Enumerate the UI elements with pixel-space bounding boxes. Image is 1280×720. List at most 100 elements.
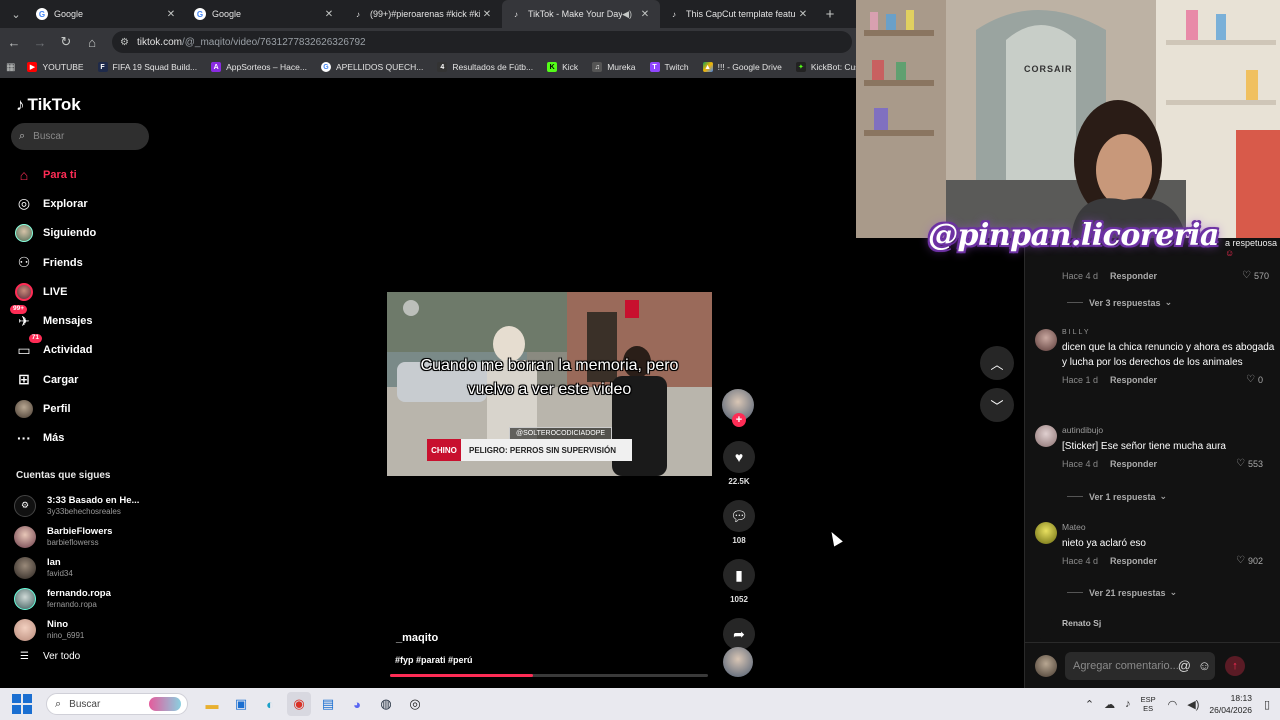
nav-item-friends[interactable]: ⚇ Friends — [14, 248, 154, 277]
view-replies-button[interactable]: Ver 3 respuestas ⌄ — [1067, 297, 1172, 308]
add-comment-input[interactable]: Agregar comentario... @ ☺ — [1065, 651, 1215, 680]
chrome-icon[interactable]: ◉ — [287, 692, 311, 716]
nav-item-live[interactable]: LIVE — [14, 277, 154, 306]
following-item[interactable]: BarbieFlowers barbieflowerss — [14, 521, 154, 552]
bookmark-item[interactable]: G APELLIDOS QUECH... — [320, 62, 423, 72]
browser-tab[interactable]: ♪ (99+)#pieroarenas #kick #kick ✕ — [344, 0, 502, 28]
reload-icon[interactable]: ↻ — [54, 30, 78, 54]
close-icon[interactable]: ✕ — [638, 9, 652, 20]
nav-item-cargar[interactable]: ⊞ Cargar — [14, 365, 154, 394]
music-disc-avatar[interactable] — [723, 647, 753, 677]
bookmark-item[interactable]: A AppSorteos – Hace... — [211, 62, 307, 72]
following-item[interactable]: ⚙ 3:33 Basado en He... 3y33behechosreales — [14, 490, 154, 521]
bookmark-item[interactable]: ▲!!! - Google Drive — [702, 62, 782, 72]
nav-item-actividad[interactable]: ▭ 71 Actividad — [14, 334, 154, 365]
send-icon[interactable]: ↑ — [1225, 655, 1245, 676]
home-icon[interactable]: ⌂ — [80, 30, 104, 54]
reply-button[interactable]: Responder — [1110, 375, 1157, 385]
file-explorer-icon[interactable]: ▬ — [200, 692, 224, 716]
taskbar-clock[interactable]: 18:13 26/04/2026 — [1209, 692, 1252, 716]
creator-avatar[interactable]: + — [722, 389, 754, 427]
bookmark-item[interactable]: ♫ Mureka — [592, 62, 636, 72]
bookmark-item[interactable]: 4 Resultados de Fútb... — [437, 62, 533, 72]
volume-icon[interactable]: ◀) — [1187, 698, 1199, 711]
video-description[interactable]: #fyp #parati #perú — [395, 655, 473, 665]
view-replies-button[interactable]: Ver 1 respuesta ⌄ — [1067, 491, 1167, 502]
nav-item-para-ti[interactable]: ⌂ Para ti — [14, 160, 154, 189]
comment-likes[interactable]: ♡ 902 — [1236, 555, 1263, 566]
network-cloud-icon[interactable]: ☁ — [1104, 698, 1115, 711]
back-icon[interactable]: ← — [2, 30, 26, 54]
follow-plus-icon[interactable]: + — [732, 413, 746, 427]
reply-button[interactable]: Responder — [1110, 459, 1157, 469]
notepad-icon[interactable]: ▤ — [316, 692, 340, 716]
address-bar[interactable]: ⚙ tiktok.com/@_maqito/video/763127783262… — [112, 31, 852, 53]
apps-grid-icon[interactable]: ▦ — [6, 62, 15, 73]
site-info-icon[interactable]: ⚙ — [120, 37, 129, 48]
close-icon[interactable]: ✕ — [322, 9, 336, 20]
avatar[interactable] — [1035, 618, 1057, 640]
nav-item-mas[interactable]: ··· Más — [14, 424, 154, 453]
comment-icon[interactable]: 💬︎ — [723, 500, 755, 532]
comment-likes[interactable]: ♡ 570 — [1242, 270, 1269, 281]
taskbar-search-input[interactable]: ⌕ Buscar — [46, 693, 188, 715]
steam-icon[interactable]: ◍ — [374, 692, 398, 716]
browser-tab[interactable]: G Google ✕ — [186, 0, 344, 28]
mention-icon[interactable]: @ — [1178, 658, 1191, 673]
browser-tab-active[interactable]: ♪ TikTok - Make Your Day ◀) ✕ — [502, 0, 660, 28]
avatar[interactable] — [1035, 522, 1057, 544]
nav-item-explorar[interactable]: ◎ Explorar — [14, 189, 154, 218]
emoji-icon[interactable]: ☺ — [1198, 658, 1211, 673]
microphone-icon[interactable]: ♪ — [1125, 698, 1131, 710]
comment-username[interactable]: autindibujo — [1062, 425, 1275, 435]
nav-item-perfil[interactable]: Perfil — [14, 394, 154, 423]
store-icon[interactable]: ▣ — [229, 692, 253, 716]
tiktok-logo[interactable]: ♪ TikTok — [16, 95, 81, 115]
tab-search-icon[interactable]: ⌄ — [4, 4, 28, 24]
bookmark-icon[interactable]: ▮ — [723, 559, 755, 591]
bookmark-item[interactable]: F FIFA 19 Squad Build... — [97, 62, 197, 72]
avatar[interactable] — [1035, 329, 1057, 351]
comment-username[interactable]: Mateo — [1062, 522, 1275, 532]
comment-likes[interactable]: ♡ 553 — [1236, 458, 1263, 469]
chevron-up-icon[interactable]: ︿ — [980, 346, 1014, 380]
avatar[interactable] — [1035, 425, 1057, 447]
see-all-link[interactable]: ☰ Ver todo — [20, 651, 80, 662]
chevron-down-icon[interactable]: ﹀ — [980, 388, 1014, 422]
following-item[interactable]: Ian favid34 — [14, 552, 154, 583]
view-replies-button[interactable]: Ver 21 respuestas ⌄ — [1067, 587, 1177, 598]
obs-icon[interactable]: ◎ — [403, 692, 427, 716]
nav-item-siguiendo[interactable]: Siguiendo — [14, 219, 154, 248]
speaker-icon[interactable]: ◀) — [622, 9, 632, 20]
reply-button[interactable]: Responder — [1110, 271, 1157, 281]
following-item[interactable]: fernando.ropa fernando.ropa — [14, 583, 154, 614]
close-icon[interactable]: ✕ — [480, 9, 494, 20]
browser-tab[interactable]: ♪ This CapCut template features ✕ — [660, 0, 818, 28]
video-progress-bar[interactable] — [390, 674, 708, 677]
close-icon[interactable]: ✕ — [796, 9, 810, 20]
nav-item-mensajes[interactable]: ✈ 99+ Mensajes — [10, 305, 154, 335]
tray-chevron-icon[interactable]: ⌃ — [1085, 698, 1094, 711]
reply-button[interactable]: Responder — [1110, 556, 1157, 566]
browser-tab[interactable]: G Google ✕ — [28, 0, 186, 28]
comment-username[interactable]: Renato Sj — [1062, 618, 1275, 628]
forward-icon[interactable]: → — [28, 30, 52, 54]
comment-likes[interactable]: ♡ 0 — [1246, 374, 1263, 385]
new-tab-button[interactable]: + — [818, 6, 842, 23]
bookmark-item[interactable]: ▶ YOUTUBE — [27, 62, 84, 72]
close-icon[interactable]: ✕ — [164, 9, 178, 20]
following-item[interactable]: Nino nino_6991 — [14, 614, 154, 645]
video-author[interactable]: _maqito — [396, 632, 438, 644]
input-language[interactable]: ESP ES — [1141, 695, 1156, 713]
share-icon[interactable]: ➦ — [723, 618, 755, 650]
comment-username[interactable]: BILLY — [1062, 329, 1275, 336]
notification-icon[interactable]: ▯ — [1264, 698, 1270, 711]
heart-icon[interactable]: ♥ — [723, 441, 755, 473]
bookmark-item[interactable]: ✦KickBot: Customiza... — [795, 62, 856, 72]
windows-start-icon[interactable] — [12, 694, 32, 714]
video-player[interactable]: Cuando me borran la memoria, pero vuelvo … — [387, 292, 712, 476]
search-input[interactable]: ⌕ Buscar — [11, 123, 149, 150]
discord-icon[interactable]: ◕ — [345, 692, 369, 716]
edge-icon[interactable]: ◐ — [258, 692, 282, 716]
bookmark-item[interactable]: K Kick — [547, 62, 578, 72]
